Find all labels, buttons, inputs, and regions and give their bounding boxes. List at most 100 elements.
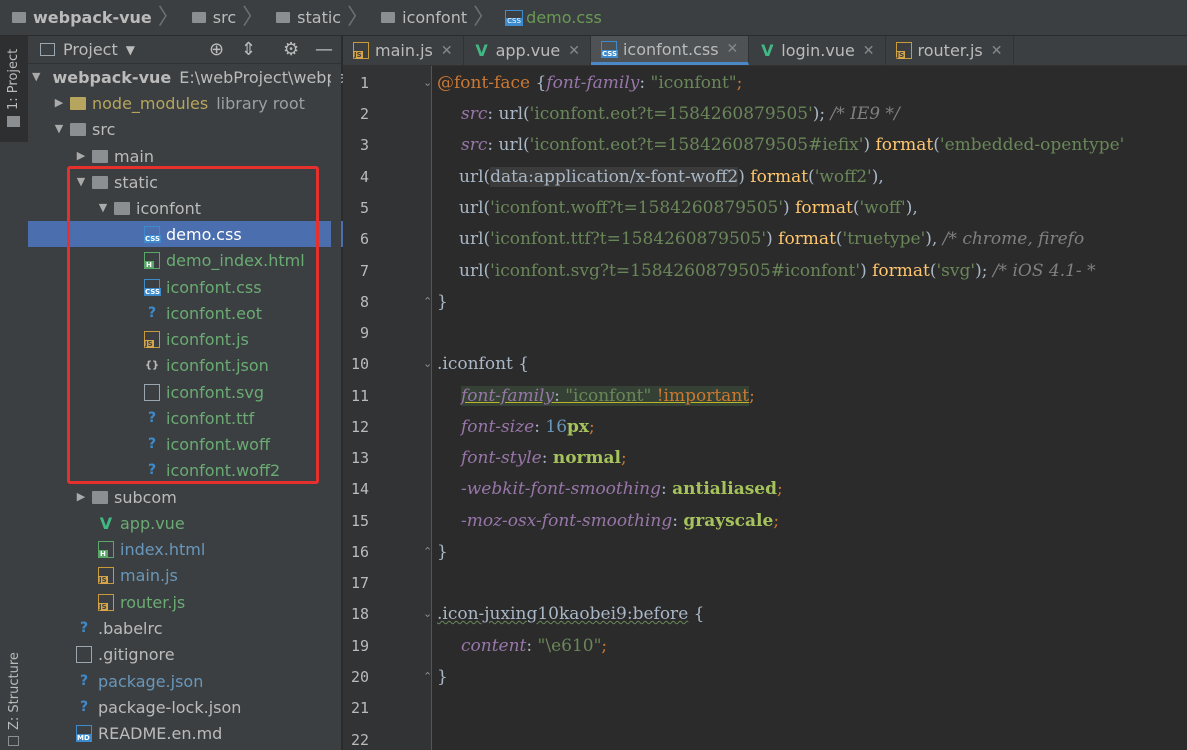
chevron-right-icon: 〉	[347, 4, 370, 30]
breadcrumb-item-src[interactable]: src 〉	[180, 0, 264, 36]
line-number: 12	[350, 418, 369, 436]
markdown-file-icon	[76, 724, 92, 742]
code-line: }	[437, 292, 448, 312]
fold-open-icon[interactable]: ⌄	[423, 607, 437, 623]
expanded-arrow-icon[interactable]: ▼	[54, 123, 64, 134]
close-icon[interactable]: ✕	[991, 43, 1003, 59]
code-line: font-size: 16px;	[461, 417, 595, 437]
code-line: font-style: normal;	[461, 448, 627, 468]
line-number: 22	[350, 731, 369, 749]
vue-file-icon: V	[761, 41, 774, 60]
js-file-icon	[98, 593, 114, 611]
fold-close-icon[interactable]: ⌃	[423, 670, 437, 686]
code-line: -webkit-font-smoothing: antialiased;	[461, 479, 783, 499]
tab-main-js[interactable]: main.js ✕	[343, 36, 464, 65]
project-tool-tab-label: 1: Project	[6, 48, 21, 110]
code-line: url(data:application/x-font-woff2) forma…	[459, 167, 884, 187]
folder-icon	[381, 12, 396, 23]
code-line: content: "\e610";	[461, 636, 608, 656]
panel-scrollbar[interactable]	[331, 64, 341, 750]
chevron-right-icon: 〉	[473, 4, 496, 30]
locate-icon[interactable]: ⊕	[209, 39, 224, 60]
code-editor[interactable]: 1 2 3 4 5 6 7 8 9 10 11 12 13 14 15 16 1…	[343, 66, 1187, 750]
project-view-icon	[40, 43, 55, 56]
fold-open-icon[interactable]: ⌄	[423, 357, 437, 373]
json-file-icon: ?	[79, 672, 89, 689]
fold-close-icon[interactable]: ⌃	[423, 545, 437, 561]
hide-icon[interactable]: —	[315, 39, 333, 60]
code-line: url('iconfont.woff?t=1584260879505') for…	[459, 198, 918, 218]
tab-login-vue[interactable]: V login.vue ✕	[749, 36, 886, 65]
fold-close-icon[interactable]: ⌃	[423, 295, 437, 311]
line-number: 9	[359, 324, 369, 342]
dropdown-arrow-icon[interactable]: ▼	[126, 43, 135, 57]
close-icon[interactable]: ✕	[863, 43, 875, 59]
line-number-gutter: 1 2 3 4 5 6 7 8 9 10 11 12 13 14 15 16 1…	[343, 66, 432, 750]
code-line: .icon-juxing10kaobei9:before {	[437, 604, 705, 624]
expanded-arrow-icon[interactable]: ▼	[32, 71, 40, 82]
line-number: 4	[359, 168, 369, 186]
line-number: 16	[350, 543, 369, 561]
breadcrumb-item-demo-css[interactable]: demo.css	[495, 0, 602, 36]
tree-item-src[interactable]: ▼ src	[28, 116, 367, 142]
chevron-right-icon: 〉	[242, 4, 265, 30]
close-icon[interactable]: ✕	[568, 43, 580, 59]
close-icon[interactable]: ✕	[727, 41, 739, 57]
tab-app-vue[interactable]: V app.vue ✕	[464, 36, 591, 65]
line-number: 6	[359, 230, 369, 248]
tab-router-js[interactable]: router.js ✕	[886, 36, 1014, 65]
line-number: 19	[350, 637, 369, 655]
tab-iconfont-css[interactable]: iconfont.css ✕	[590, 36, 750, 65]
code-line: src: url('iconfont.eot?t=1584260879505#i…	[461, 135, 1125, 155]
breadcrumb-item-static[interactable]: static 〉	[264, 0, 369, 36]
breadcrumb-item-iconfont[interactable]: iconfont 〉	[369, 0, 495, 36]
tree-item-node-modules[interactable]: ▶ node_modules library root	[28, 90, 367, 116]
collapsed-arrow-icon[interactable]: ▶	[76, 150, 86, 161]
editor-tabs: main.js ✕ V app.vue ✕ iconfont.css ✕ V l…	[343, 36, 1187, 66]
line-number: 15	[350, 512, 369, 530]
code-line: src: url('iconfont.eot?t=1584260879505')…	[461, 104, 900, 124]
line-number: 2	[359, 105, 369, 123]
unknown-file-icon: ?	[79, 619, 89, 636]
collapsed-arrow-icon[interactable]: ▶	[76, 491, 86, 502]
breadcrumb: webpack-vue 〉 src 〉 static 〉 iconfont 〉 …	[0, 0, 1187, 36]
line-number: 5	[359, 199, 369, 217]
code-line: }	[437, 667, 448, 687]
collapse-all-icon[interactable]: ⇕	[241, 39, 256, 60]
css-file-icon	[505, 9, 524, 26]
collapsed-arrow-icon[interactable]: ▶	[54, 97, 64, 108]
js-file-icon	[353, 42, 369, 59]
folder-icon	[70, 122, 86, 136]
line-number: 8	[359, 293, 369, 311]
js-file-icon	[98, 566, 114, 584]
code-line: }	[437, 542, 448, 562]
line-number: 13	[350, 449, 369, 467]
vue-file-icon: V	[99, 513, 113, 533]
line-number: 20	[350, 668, 369, 686]
project-panel-title[interactable]: Project	[63, 40, 118, 59]
structure-icon	[8, 736, 19, 746]
folder-icon	[92, 490, 108, 504]
text-file-icon	[76, 645, 92, 663]
line-number: 1	[359, 74, 369, 92]
line-number: 11	[350, 387, 369, 405]
fold-open-icon[interactable]: ⌄	[423, 76, 437, 92]
tool-window-strip	[0, 36, 29, 750]
folder-icon	[12, 12, 26, 23]
json-file-icon: ?	[79, 698, 89, 715]
line-number: 3	[359, 136, 369, 154]
html-file-icon	[98, 540, 114, 558]
tree-item-webpack-vue[interactable]: ▼ webpack-vue E:\webProject\webpa	[28, 64, 346, 90]
breadcrumb-item-project[interactable]: webpack-vue 〉	[0, 0, 180, 36]
chevron-right-icon: 〉	[157, 4, 180, 30]
structure-tool-tab-label: Z: Structure	[7, 652, 22, 730]
close-icon[interactable]: ✕	[441, 43, 453, 59]
folder-icon	[92, 149, 108, 163]
project-tool-tab[interactable]: 1: Project	[0, 36, 28, 142]
line-number: 18	[350, 605, 369, 623]
structure-tool-tab[interactable]: Z: Structure	[0, 650, 28, 750]
project-panel-header: Project ▼ ⊕ ⇕ ⚙ —	[28, 36, 341, 64]
code-line: url('iconfont.ttf?t=1584260879505') form…	[459, 229, 1085, 249]
gear-icon[interactable]: ⚙	[283, 39, 299, 60]
line-number: 7	[359, 262, 369, 280]
